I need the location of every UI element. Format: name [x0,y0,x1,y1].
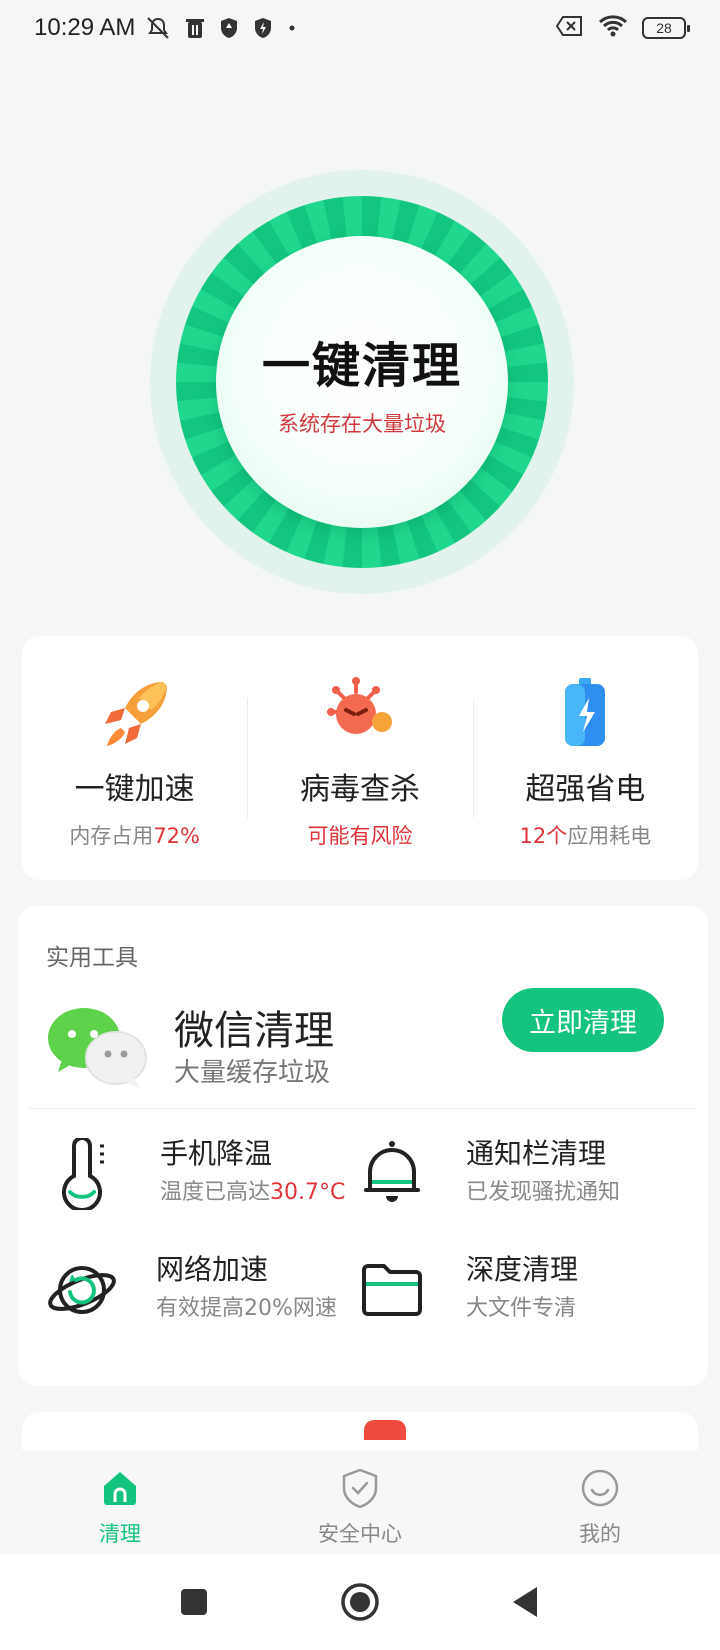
shield-icon [219,17,239,39]
feature-speed-up[interactable]: 一键加速 内存占用72% [22,636,247,880]
sim-off-icon [555,15,584,42]
feature-speed-up-subtitle: 内存占用72% [69,820,200,850]
nav-tab-mine-label: 我的 [579,1522,621,1546]
folder-icon [362,1264,422,1316]
recents-button[interactable] [170,1578,218,1626]
one-tap-clean-title: 一键清理 [261,340,462,393]
status-left-icons [145,16,297,40]
battery-icon: 28 [642,17,690,39]
battery-level: 28 [656,20,672,36]
one-tap-clean-halo: 一键清理 系统存在大量垃圾 [150,170,574,594]
home-icon [104,1472,136,1505]
nav-tab-security[interactable]: 安全中心 [240,1450,480,1554]
nav-tab-mine[interactable]: 我的 [480,1450,720,1554]
feature-card: 一键加速 内存占用72% 病毒查杀 可能有风险 超强省电 12个应用耗电 [22,636,698,880]
tool-phone-cooling-title: 手机降温 [160,1137,273,1170]
red-badge [364,1420,406,1440]
temperature-value: 30.7°C [270,1180,346,1205]
trash-icon [185,17,205,39]
memory-usage-value: 72% [153,824,200,848]
system-nav-bar [0,1554,720,1650]
wechat-clean-row: 微信清理 大量缓存垃圾 立即清理 [18,988,708,1098]
tools-card: 实用工具 微信清理 大量缓存垃圾 立即清理 手机降温 温度已高达30.7°C 通… [18,906,708,1386]
tool-phone-cooling-subtitle: 温度已高达30.7°C [160,1174,345,1206]
shield-bolt-icon [253,17,273,39]
tool-notification-clean-subtitle: 已发现骚扰通知 [466,1180,621,1205]
shield-check-icon [342,1468,378,1509]
app-drain-label: 应用耗电 [567,824,652,848]
bell-icon [364,1141,420,1202]
tool-deep-clean-title: 深度清理 [466,1253,579,1286]
tool-notification-clean[interactable]: 通知栏清理 已发现骚扰通知 [356,1128,676,1224]
tool-phone-cooling[interactable]: 手机降温 温度已高达30.7°C [50,1128,370,1224]
thermometer-icon [62,1138,104,1210]
feature-power-save-title: 超强省电 [525,772,646,807]
nav-tab-clean[interactable]: 清理 [0,1450,240,1554]
wechat-clean-subtitle: 大量缓存垃圾 [174,1058,331,1088]
tool-network-boost[interactable]: 网络加速 有效提高20%网速 [46,1244,366,1340]
wechat-clean-now-button[interactable]: 立即清理 [502,988,664,1052]
recents-icon [181,1589,207,1615]
nav-tab-clean-label: 清理 [99,1522,141,1546]
tool-network-boost-subtitle: 有效提高20%网速 [156,1296,337,1321]
wifi-icon [598,14,628,43]
tools-divider [28,1108,698,1109]
tools-heading: 实用工具 [46,945,138,971]
feature-virus-scan[interactable]: 病毒查杀 可能有风险 [247,636,472,880]
virus-icon [326,677,392,734]
nav-tab-security-label: 安全中心 [318,1522,402,1546]
tool-deep-clean-subtitle: 大文件专清 [466,1296,577,1321]
mute-icon [145,16,171,40]
home-button[interactable] [336,1578,384,1626]
app-count-value: 12个 [519,824,568,848]
tool-network-boost-title: 网络加速 [156,1253,269,1286]
home-circle-icon [341,1583,379,1621]
tool-deep-clean[interactable]: 深度清理 大文件专清 [356,1244,676,1340]
status-bar: 10:29 AM 28 [0,0,720,56]
planet-icon [48,1266,116,1314]
bottom-nav: 清理 安全中心 我的 [0,1450,720,1554]
wechat-icon [48,1008,147,1088]
battery-bolt-icon [565,678,606,746]
feature-virus-scan-subtitle: 可能有风险 [307,824,413,848]
back-icon [513,1587,537,1617]
back-button[interactable] [502,1578,550,1626]
feature-power-save[interactable]: 超强省电 12个应用耗电 [472,636,698,880]
temperature-label: 温度已高达 [160,1180,271,1205]
one-tap-clean-subtitle: 系统存在大量垃圾 [278,413,446,436]
one-tap-clean-button[interactable]: 一键清理 系统存在大量垃圾 [216,236,508,528]
dot-icon [287,23,297,33]
rocket-icon [104,682,167,746]
feature-speed-up-title: 一键加速 [74,772,195,807]
feature-virus-scan-title: 病毒查杀 [299,772,420,807]
status-time: 10:29 AM [34,14,136,41]
feature-power-save-subtitle: 12个应用耗电 [519,820,651,850]
smile-icon [581,1469,619,1507]
memory-label: 内存占用 [69,824,154,848]
status-right-icons: 28 [555,14,690,43]
tool-notification-clean-title: 通知栏清理 [466,1137,607,1170]
wechat-clean-title: 微信清理 [174,1008,334,1054]
